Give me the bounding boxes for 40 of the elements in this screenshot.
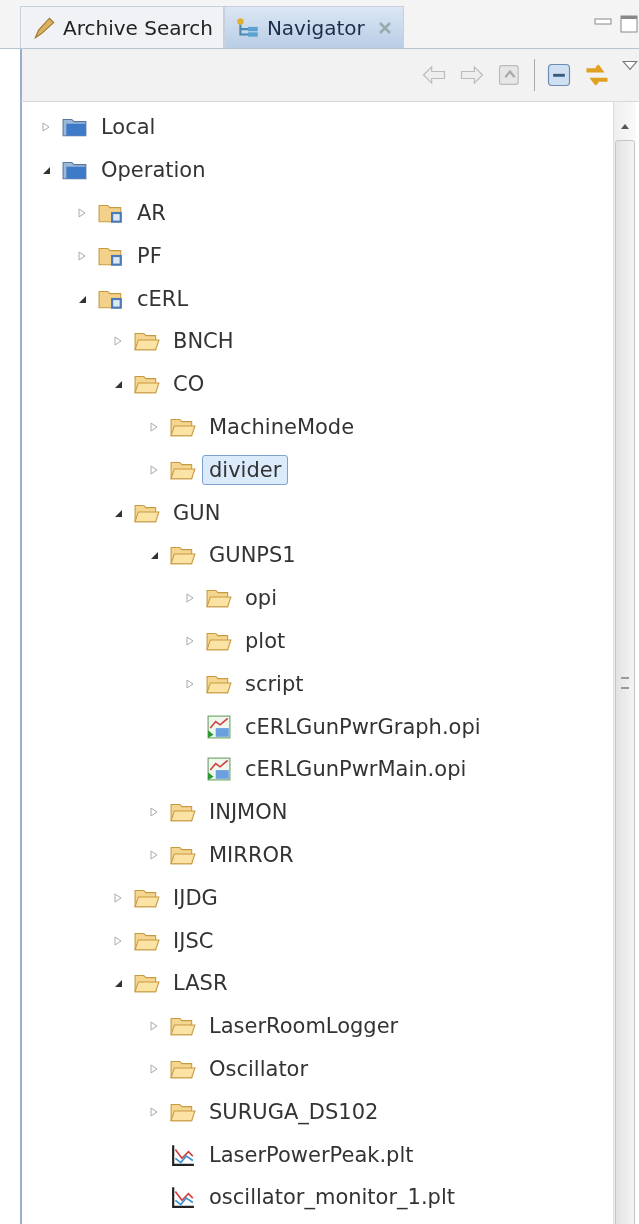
tree-item[interactable]: IJSC — [166, 925, 221, 956]
tree-item[interactable]: PF — [130, 240, 169, 271]
scrollbar[interactable] — [613, 102, 636, 1224]
tree-item[interactable]: GUN — [166, 497, 228, 528]
tree-item[interactable]: CO — [166, 369, 212, 400]
chart-file-icon — [206, 714, 232, 739]
tree-item[interactable]: LASR — [166, 968, 235, 999]
tree-item[interactable]: Oscillator — [202, 1053, 316, 1084]
tree-item[interactable]: opi — [238, 583, 284, 614]
collapse-all-icon[interactable] — [545, 61, 573, 89]
tree-item[interactable]: plot — [238, 625, 293, 656]
tree-item[interactable]: cERL — [130, 283, 196, 314]
tree-item[interactable]: MachineMode — [202, 411, 362, 442]
pencil-icon — [31, 14, 57, 41]
tree-item[interactable]: GUNPS1 — [202, 540, 303, 571]
tree-item[interactable]: MIRROR — [202, 839, 301, 870]
tree-item[interactable]: SURUGA_DS102 — [202, 1096, 386, 1127]
tree-item[interactable]: Operation — [94, 155, 213, 186]
scroll-up-icon[interactable] — [620, 122, 630, 130]
tree-item[interactable]: INJMON — [202, 797, 295, 828]
line-chart-icon — [170, 1185, 196, 1210]
tree-item[interactable]: Local — [94, 112, 163, 143]
view-tab[interactable]: Navigator — [223, 6, 404, 48]
tree-item[interactable]: LaserPowerPeak.plt — [202, 1139, 421, 1170]
tree-item[interactable]: oscillator_monitor_1.plt — [202, 1182, 463, 1213]
tree-item[interactable]: divider — [202, 454, 289, 485]
scroll-thumb[interactable] — [615, 140, 635, 1224]
close-icon[interactable] — [376, 19, 393, 36]
tree-item[interactable]: BNCH — [166, 326, 241, 357]
tree-item[interactable]: script — [238, 668, 311, 699]
tree-item[interactable]: cERLGunPwrMain.opi — [238, 754, 474, 785]
view-menu-icon[interactable] — [621, 59, 639, 73]
maximize-icon[interactable] — [619, 14, 639, 34]
tree-item[interactable]: cERLGunPwrGraph.opi — [238, 711, 488, 742]
chart-file-icon — [206, 757, 232, 782]
tree-item[interactable]: IJDG — [166, 882, 225, 913]
line-chart-icon — [170, 1142, 196, 1167]
tree-item[interactable]: LaserRoomLogger — [202, 1011, 406, 1042]
view-tab[interactable]: Archive Search — [20, 6, 224, 48]
tree-item[interactable]: AR — [130, 198, 173, 228]
